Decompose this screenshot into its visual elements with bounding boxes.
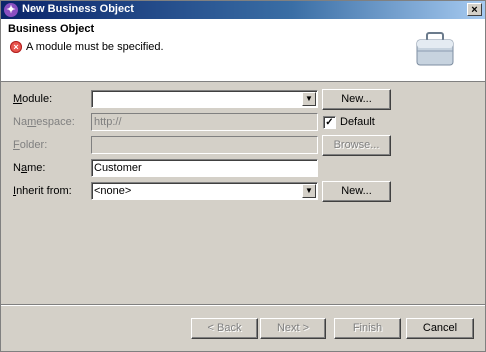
folder-field	[91, 136, 318, 154]
name-label: Name:	[13, 162, 46, 174]
footer-divider	[1, 304, 485, 306]
folder-label: Folder:	[13, 139, 48, 151]
back-button: < Back	[191, 318, 258, 339]
namespace-label: Namespace:	[13, 116, 75, 128]
cancel-button[interactable]: Cancel	[406, 318, 474, 339]
app-icon: ✦	[4, 3, 18, 17]
wizard-banner: Business Object × A module must be speci…	[1, 19, 485, 82]
browse-button: Browse...	[322, 135, 391, 156]
default-checkbox[interactable]: ✓	[323, 116, 336, 129]
inherit-label: Inherit from:	[13, 185, 72, 197]
error-message: A module must be specified.	[26, 41, 164, 53]
new-business-object-dialog: ✦ New Business Object × Business Object …	[0, 0, 486, 352]
default-label: Default	[340, 116, 375, 128]
module-new-button[interactable]: New...	[322, 89, 391, 110]
module-combo[interactable]: ▼	[91, 90, 318, 108]
inherit-value: <none>	[94, 185, 132, 197]
close-button[interactable]: ×	[467, 3, 482, 16]
next-button: Next >	[260, 318, 326, 339]
finish-button: Finish	[334, 318, 401, 339]
module-label: Module:	[13, 93, 53, 105]
inherit-new-button[interactable]: New...	[322, 181, 391, 202]
banner-title: Business Object	[8, 23, 95, 35]
title-bar[interactable]: ✦ New Business Object ×	[1, 1, 485, 19]
chevron-down-icon[interactable]: ▼	[302, 184, 316, 198]
briefcase-icon	[416, 32, 454, 66]
namespace-field: http://	[91, 113, 318, 131]
chevron-down-icon[interactable]: ▼	[302, 92, 316, 106]
window-title: New Business Object	[22, 3, 134, 15]
inherit-combo[interactable]: <none> ▼	[91, 182, 318, 200]
name-field[interactable]: Customer	[91, 159, 318, 177]
error-icon: ×	[10, 41, 22, 53]
